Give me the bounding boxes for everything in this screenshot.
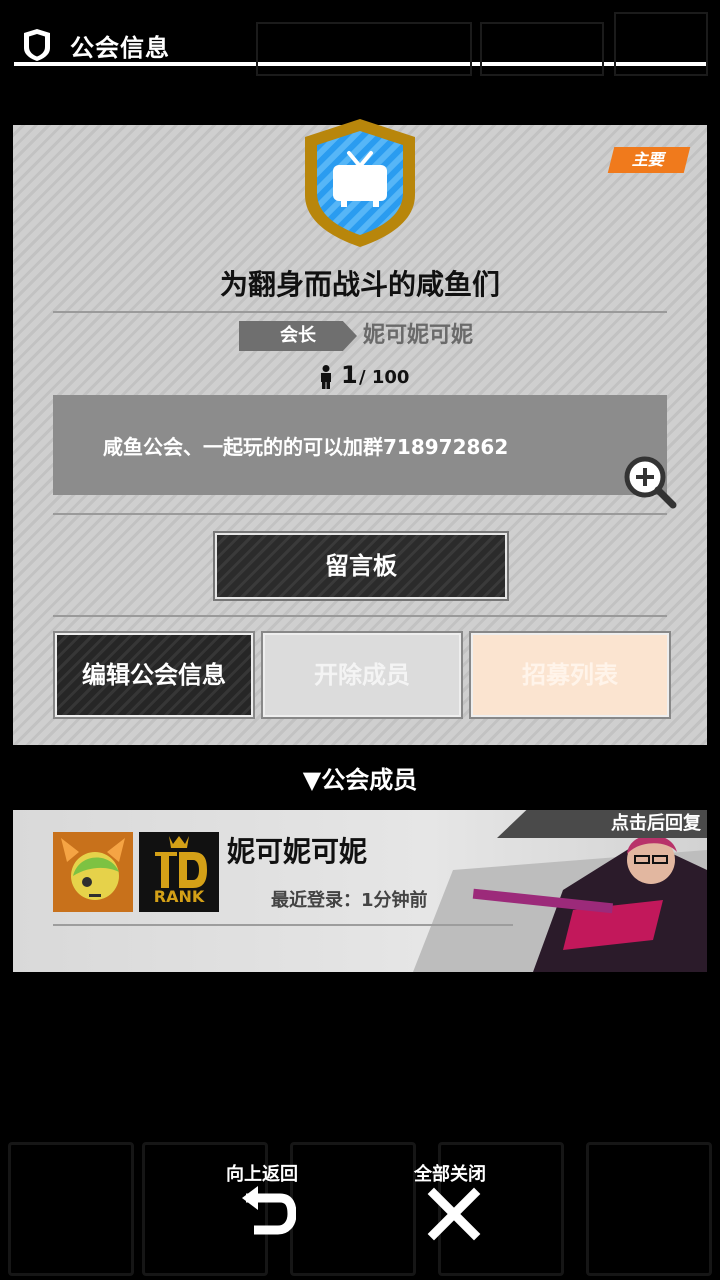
message-board-button[interactable]: 留言板 bbox=[215, 533, 507, 599]
kick-member-button[interactable]: 开除成员 bbox=[263, 633, 461, 717]
member-count-current: 1 bbox=[341, 361, 358, 389]
person-icon bbox=[321, 365, 331, 389]
back-label: 向上返回 bbox=[226, 1164, 298, 1185]
tv-icon bbox=[305, 119, 415, 247]
leader-label: 会长 bbox=[239, 321, 357, 351]
page-title: 公会信息 bbox=[70, 34, 170, 62]
main-guild-badge: 主要 bbox=[607, 147, 691, 173]
guild-info-panel: 主要 为翻身而战斗的咸鱼们 会长 妮可妮可妮 1 / 100 咸鱼公会、一起玩的… bbox=[13, 119, 707, 745]
leader-name: 妮可妮可妮 bbox=[363, 323, 474, 348]
divider bbox=[53, 615, 667, 617]
background-resource-bar bbox=[480, 22, 604, 76]
member-card[interactable]: 点击后回复 RANK 妮可妮可妮 最近登录：1分钟前 bbox=[13, 810, 707, 972]
divider bbox=[53, 924, 513, 926]
shield-icon bbox=[24, 29, 50, 61]
guild-name: 为翻身而战斗的咸鱼们 bbox=[219, 268, 500, 301]
background-settings-tile bbox=[614, 12, 708, 76]
top-header: 公会信息 bbox=[0, 0, 720, 76]
member-name: 妮可妮可妮 bbox=[227, 835, 368, 868]
background-bottom-nav bbox=[0, 1140, 720, 1280]
member-count-max: / 100 bbox=[359, 367, 410, 388]
edit-guild-info-button[interactable]: 编辑公会信息 bbox=[55, 633, 253, 717]
divider bbox=[53, 513, 667, 515]
divider bbox=[53, 311, 667, 313]
guild-description-box: 咸鱼公会、一起玩的的可以加群718972862 bbox=[53, 395, 667, 495]
background-resource-bar bbox=[256, 22, 472, 76]
return-arrow-icon[interactable] bbox=[240, 1186, 296, 1242]
zoom-in-icon[interactable] bbox=[623, 455, 677, 509]
avatar[interactable] bbox=[53, 832, 133, 912]
close-icon[interactable] bbox=[426, 1186, 482, 1242]
rank-badge: RANK bbox=[139, 832, 219, 912]
rank-label: RANK bbox=[153, 887, 205, 906]
close-all-label: 全部关闭 bbox=[414, 1164, 486, 1185]
members-section-title: ▼公会成员 bbox=[302, 766, 418, 794]
background-nav-tile bbox=[586, 1142, 712, 1276]
background-nav-tile bbox=[8, 1142, 134, 1276]
recruit-list-button[interactable]: 招募列表 bbox=[471, 633, 669, 717]
reply-hint: 点击后回复 bbox=[497, 810, 707, 838]
last-login-text: 最近登录：1分钟前 bbox=[271, 890, 428, 911]
guild-description: 咸鱼公会、一起玩的的可以加群718972862 bbox=[103, 435, 509, 459]
background-nav-tile bbox=[290, 1142, 416, 1276]
